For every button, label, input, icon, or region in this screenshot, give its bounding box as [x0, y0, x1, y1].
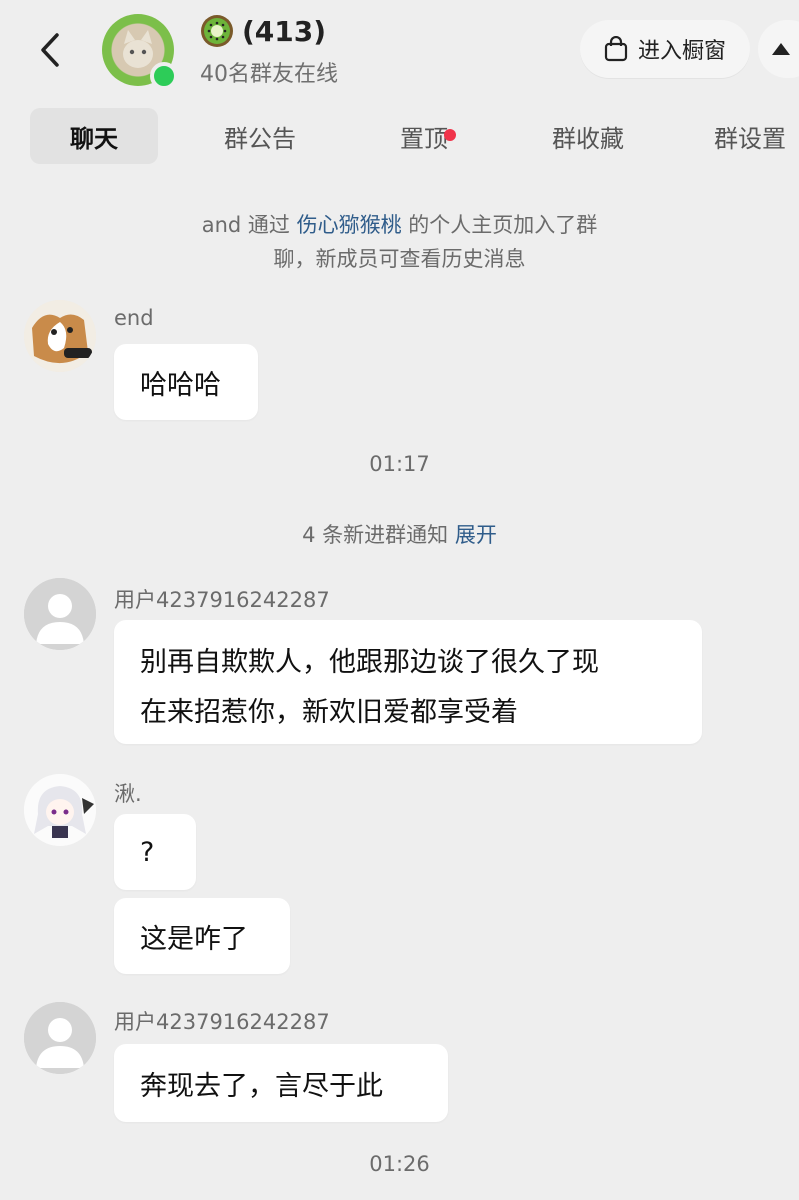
sender-name: 湫. [114, 782, 142, 806]
user-silhouette-icon [24, 578, 96, 650]
tab-chat[interactable]: 聊天 [30, 108, 158, 164]
tab-chat-label: 聊天 [70, 124, 118, 153]
message-bubble[interactable]: ? [114, 814, 196, 890]
sender-name: end [114, 306, 154, 330]
tab-pinned-label: 置顶 [400, 124, 448, 153]
collapse-button[interactable] [758, 20, 799, 78]
message-text: 哈哈哈 [140, 369, 221, 401]
tab-settings-label: 群设置 [714, 124, 786, 153]
anime-girl-avatar-image [24, 774, 96, 846]
avatar-default[interactable] [24, 578, 96, 650]
shop-window-label: 进入橱窗 [637, 39, 726, 64]
message-text: 这是咋了 [140, 923, 248, 955]
message-text-line: 在来招惹你，新欢旧爱都享受着 [140, 697, 518, 728]
message-text: ? [140, 836, 155, 868]
join-notice-line1: and 通过 伤心猕猴桃 的个人主页加入了群 [0, 208, 799, 242]
user-silhouette-icon [24, 1002, 96, 1074]
kiwi-emoji-icon [201, 15, 233, 47]
message-bubble[interactable]: 这是咋了 [114, 898, 290, 974]
timestamp: 01:26 [369, 1152, 430, 1176]
tab-favorites-label: 群收藏 [552, 124, 624, 153]
inviter-link[interactable]: 伤心猕猴桃 [297, 213, 402, 237]
expand-link[interactable]: 展开 [455, 523, 497, 547]
online-status-dot [150, 62, 178, 90]
notification-badge [444, 128, 456, 141]
timestamp: 01:17 [369, 452, 430, 476]
tab-pinned[interactable]: 置顶 [360, 108, 488, 164]
tab-settings[interactable]: 群设置 [686, 108, 799, 164]
chat-screen: (413) 40名群友在线 进入橱窗 聊天 群公告 置顶 群收藏 群设置 and… [0, 0, 799, 1200]
tab-announcement[interactable]: 群公告 [196, 108, 324, 164]
system-join-notice: and 通过 伤心猕猴桃 的个人主页加入了群 聊，新成员可查看历史消息 [0, 208, 799, 276]
tab-favorites[interactable]: 群收藏 [524, 108, 652, 164]
shop-window-button[interactable]: 进入橱窗 [580, 20, 750, 78]
shopping-bag-icon [604, 36, 628, 62]
tab-pinned-wrap: 置顶 [400, 119, 456, 154]
chat-header: (413) 40名群友在线 进入橱窗 [0, 0, 799, 100]
sender-name: 用户4237916242287 [114, 1010, 330, 1034]
triangle-up-icon [772, 43, 790, 55]
join-notice-line2: 聊，新成员可查看历史消息 [273, 247, 526, 271]
message-bubble[interactable]: 别再自欺欺人，他跟那边谈了很久了现 在来招惹你，新欢旧爱都享受着 [114, 620, 702, 744]
chevron-left-icon [41, 33, 59, 67]
avatar-end[interactable] [24, 300, 96, 372]
group-avatar[interactable] [102, 14, 178, 90]
group-tabs: 聊天 群公告 置顶 群收藏 群设置 [0, 108, 799, 164]
new-member-notice-text: 4 条新进群通知 [302, 523, 455, 547]
sender-name: 用户4237916242287 [114, 588, 330, 612]
group-title[interactable]: (413) [200, 14, 326, 48]
group-member-count: (413) [242, 14, 327, 48]
message-bubble[interactable]: 奔现去了，言尽于此 [114, 1044, 448, 1122]
join-text-prefix: and 通过 [201, 213, 297, 237]
new-member-notice: 4 条新进群通知 展开 [0, 518, 799, 552]
avatar-default[interactable] [24, 1002, 96, 1074]
dog-avatar-image [24, 300, 96, 372]
message-text-line: 别再自欺欺人，他跟那边谈了很久了现 [140, 647, 599, 678]
back-button[interactable] [30, 28, 70, 72]
message-bubble[interactable]: 哈哈哈 [114, 344, 258, 420]
cat-face-icon [123, 30, 153, 68]
tab-announcement-label: 群公告 [224, 124, 296, 153]
message-text: 奔现去了，言尽于此 [140, 1070, 383, 1102]
online-count-text: 40名群友在线 [200, 62, 338, 87]
join-text-suffix: 的个人主页加入了群 [401, 213, 598, 237]
avatar-anime[interactable] [24, 774, 96, 846]
